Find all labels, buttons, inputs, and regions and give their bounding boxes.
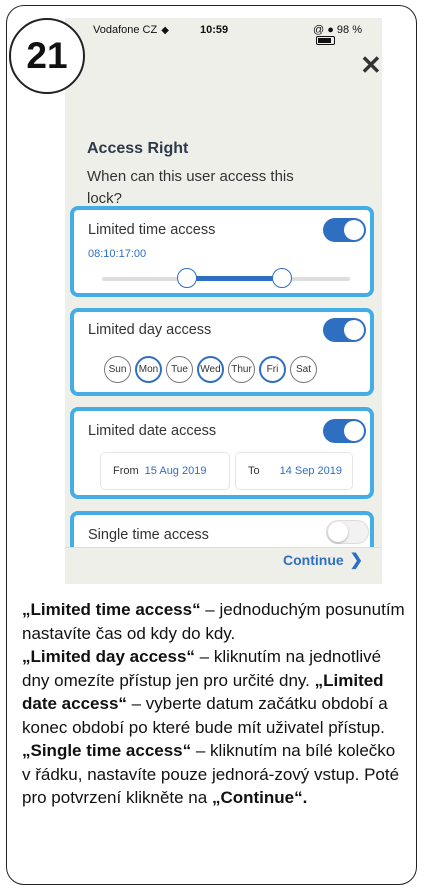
limited-date-card: Limited date access From 15 Aug 2019 To … bbox=[70, 407, 374, 499]
desc-term-day: „Limited day access“ bbox=[22, 647, 195, 666]
day-selector: Sun Mon Tue Wed Thur Fri Sat bbox=[104, 356, 317, 383]
chevron-right-icon: ❯ bbox=[349, 552, 364, 569]
instruction-text: „Limited time access“ – jednoduchým posu… bbox=[22, 598, 407, 810]
time-slider-end-handle[interactable] bbox=[272, 268, 292, 288]
single-time-card: Single time access bbox=[70, 511, 374, 547]
from-date-field[interactable]: From 15 Aug 2019 bbox=[101, 453, 229, 489]
desc-term-single: „Single time access“ bbox=[22, 741, 192, 760]
limited-day-label: Limited day access bbox=[88, 322, 212, 338]
limited-date-toggle[interactable] bbox=[323, 419, 366, 443]
phone-screenshot: Vodafone CZ ◆ 10:59 @ ● 98 % ✕ Access Rig… bbox=[65, 18, 382, 584]
day-fri[interactable]: Fri bbox=[259, 356, 286, 383]
limited-day-card: Limited day access Sun Mon Tue Wed Thur Fri Sa… bbox=[70, 308, 374, 396]
to-date-value: 14 Sep 2019 bbox=[279, 465, 343, 477]
day-mon[interactable]: Mon bbox=[135, 356, 162, 383]
limited-time-card: Limited time access 08:10:17:00 bbox=[70, 206, 374, 297]
step-number-badge: 21 bbox=[9, 18, 85, 94]
from-label: From bbox=[113, 465, 139, 477]
status-time: 10:59 bbox=[200, 24, 229, 36]
battery-percent: @ ● 98 % bbox=[313, 24, 362, 36]
status-right: @ ● 98 % bbox=[313, 24, 382, 48]
time-slider-start-handle[interactable] bbox=[177, 268, 197, 288]
to-date-field[interactable]: To 14 Sep 2019 bbox=[236, 453, 352, 489]
status-bar: Vodafone CZ ◆ 10:59 @ ● 98 % bbox=[65, 18, 382, 45]
day-wed[interactable]: Wed bbox=[197, 356, 224, 383]
day-thur[interactable]: Thur bbox=[228, 356, 255, 383]
carrier-label: Vodafone CZ ◆ bbox=[93, 24, 169, 36]
time-range-value: 08:10:17:00 bbox=[88, 248, 147, 260]
limited-time-toggle[interactable] bbox=[323, 218, 366, 242]
day-sun[interactable]: Sun bbox=[104, 356, 131, 383]
time-slider-range bbox=[186, 276, 282, 281]
desc-term-continue: „Continue“. bbox=[211, 788, 308, 807]
battery-icon bbox=[316, 36, 335, 45]
day-tue[interactable]: Tue bbox=[166, 356, 193, 383]
to-label: To bbox=[248, 465, 260, 477]
close-icon[interactable]: ✕ bbox=[360, 52, 382, 78]
limited-time-label: Limited time access bbox=[88, 222, 216, 238]
from-date-value: 15 Aug 2019 bbox=[144, 465, 207, 477]
page-title: Access Right bbox=[87, 140, 189, 157]
limited-date-label: Limited date access bbox=[88, 423, 217, 439]
desc-term-time: „Limited time access“ bbox=[22, 600, 201, 619]
question-text: When can this user access this lock? bbox=[87, 168, 294, 207]
limited-day-toggle[interactable] bbox=[323, 318, 366, 342]
continue-button[interactable]: Continue ❯ bbox=[283, 550, 363, 570]
day-sat[interactable]: Sat bbox=[290, 356, 317, 383]
wifi-icon: ◆ bbox=[161, 25, 169, 36]
single-time-label: Single time access bbox=[88, 527, 209, 543]
single-time-toggle[interactable] bbox=[326, 520, 369, 544]
divider bbox=[65, 547, 382, 548]
